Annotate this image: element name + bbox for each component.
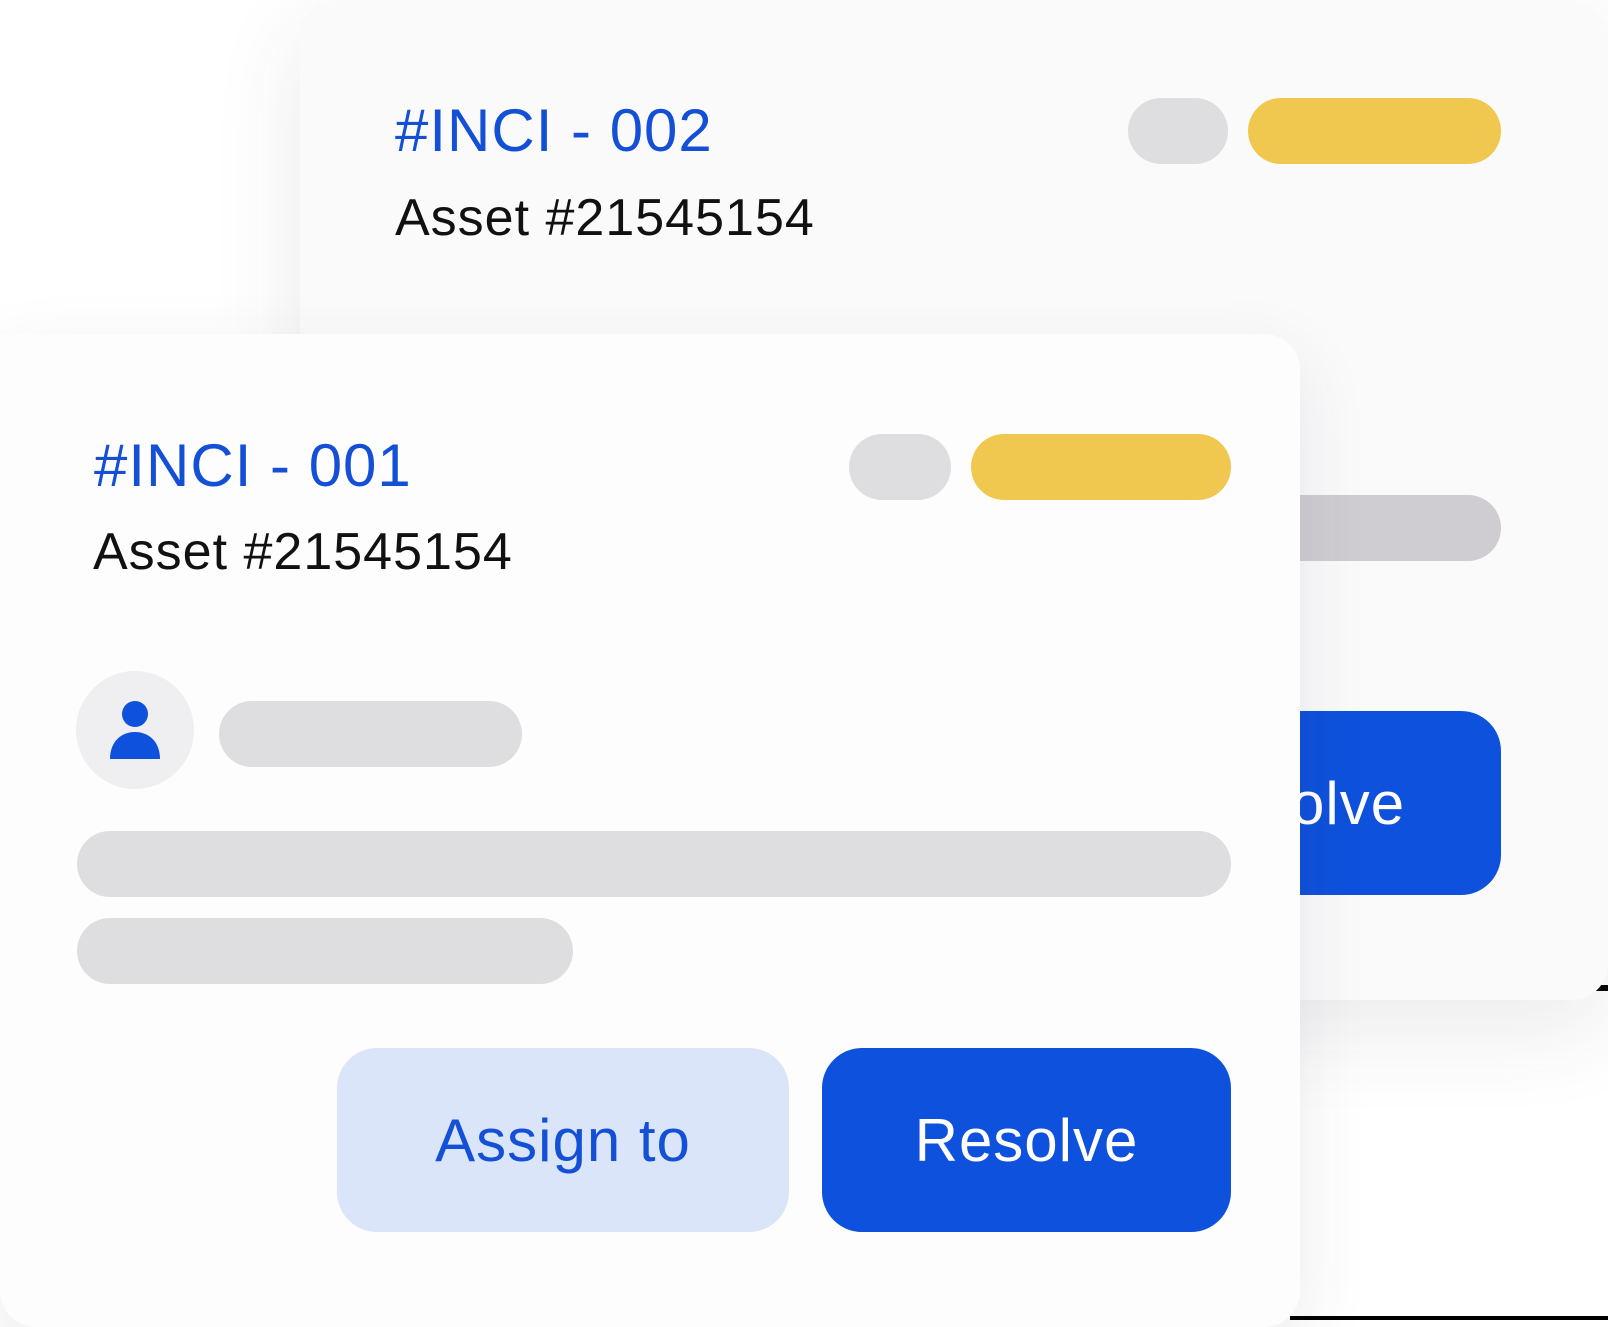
priority-badge bbox=[971, 434, 1231, 500]
incident-id: #INCI - 001 bbox=[94, 432, 412, 499]
incident-id: #INCI - 002 bbox=[395, 97, 713, 164]
asset-label: Asset #21545154 bbox=[395, 189, 815, 247]
avatar bbox=[76, 671, 194, 789]
description-line-placeholder bbox=[77, 918, 573, 984]
resolve-button[interactable]: Resolve bbox=[822, 1048, 1231, 1232]
priority-badge bbox=[1248, 98, 1501, 164]
assignee-name-placeholder bbox=[219, 701, 522, 767]
resolve-button-label: Resolve bbox=[914, 1106, 1139, 1174]
status-badge-placeholder bbox=[1128, 98, 1228, 164]
description-line-placeholder bbox=[77, 831, 1231, 897]
status-badge-placeholder bbox=[849, 434, 951, 500]
assign-to-button[interactable]: Assign to bbox=[337, 1048, 789, 1232]
user-icon bbox=[110, 701, 160, 759]
incident-card-front: #INCI - 001 Asset #21545154 Assign to Re… bbox=[0, 334, 1300, 1327]
assign-to-button-label: Assign to bbox=[435, 1106, 691, 1174]
corner-mark bbox=[1290, 1316, 1608, 1320]
asset-label: Asset #21545154 bbox=[93, 523, 513, 581]
